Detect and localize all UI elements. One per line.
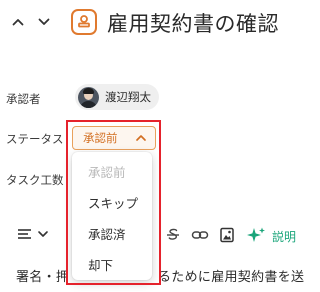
- status-option-skip[interactable]: スキップ: [72, 187, 152, 218]
- status-option-approved[interactable]: 承認済: [72, 218, 152, 249]
- editor-body-text-end[interactable]: るために雇用契約書を送: [158, 266, 304, 285]
- task-effort-label: タスク工数: [6, 173, 64, 187]
- editor-body-text-start[interactable]: 署名・押: [16, 266, 69, 285]
- ai-assist-button[interactable]: [246, 226, 266, 244]
- approver-name: 渡辺翔太: [105, 90, 151, 104]
- strikethrough-button[interactable]: [165, 226, 181, 244]
- link-icon: [191, 231, 209, 239]
- sparkle-icon: [247, 227, 265, 242]
- status-option-rejected[interactable]: 却下: [72, 249, 152, 280]
- status-option-pending: 承認前: [88, 165, 126, 180]
- chevron-down-icon: [38, 18, 50, 25]
- image-button[interactable]: [219, 226, 235, 244]
- next-button[interactable]: [33, 11, 55, 33]
- link-button[interactable]: [191, 226, 209, 244]
- avatar: [78, 86, 99, 108]
- chevron-up-icon: [12, 19, 24, 26]
- status-dropdown: 承認前 スキップ 承認済 却下: [72, 152, 152, 280]
- strikethrough-icon: [167, 228, 179, 240]
- page-title: 雇用契約書の確認: [107, 12, 279, 36]
- align-icon: [18, 229, 48, 239]
- ai-assist-label: 説明: [272, 230, 297, 244]
- previous-button[interactable]: [7, 11, 29, 33]
- text-style-button[interactable]: [16, 226, 50, 244]
- chevron-up-icon: [136, 135, 146, 141]
- status-select[interactable]: 承認前: [72, 126, 156, 150]
- status-value: 承認前: [83, 131, 118, 145]
- stamp-icon: [71, 9, 97, 35]
- status-label: ステータス: [6, 132, 64, 146]
- approver-chip[interactable]: 渡辺翔太: [75, 84, 159, 110]
- approver-label: 承認者: [6, 92, 41, 106]
- image-icon: [220, 227, 234, 243]
